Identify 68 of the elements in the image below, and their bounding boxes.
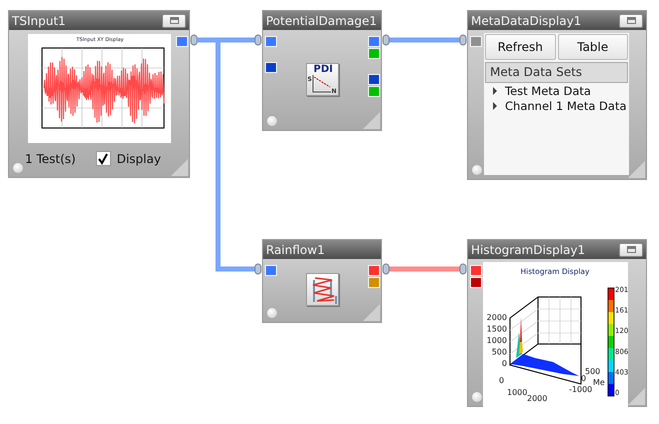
port-connector <box>254 264 262 274</box>
axis-label: Me <box>593 378 605 387</box>
node-titlebar[interactable]: HistogramDisplay1 <box>468 240 646 259</box>
port-connector <box>382 264 390 274</box>
status-light <box>472 165 482 175</box>
node-title: Rainflow1 <box>266 242 325 256</box>
window-menu-button[interactable] <box>619 242 643 256</box>
resize-grip[interactable] <box>171 159 188 176</box>
tree-item[interactable]: Channel 1 Meta Data <box>505 98 627 112</box>
node-titlebar[interactable]: MetaDataDisplay1 <box>468 11 646 30</box>
node-titlebar[interactable]: PotentialDamage1 <box>263 11 381 30</box>
window-icon <box>626 17 636 24</box>
tree-item[interactable]: Test Meta Data <box>505 84 591 98</box>
resize-grip[interactable] <box>628 388 645 405</box>
port-connector <box>460 264 466 274</box>
window-icon <box>626 246 636 253</box>
window-menu-button[interactable] <box>162 14 186 28</box>
port-square[interactable] <box>368 265 380 276</box>
node-title: MetaDataDisplay1 <box>471 14 582 28</box>
window-menu-button[interactable] <box>619 14 643 28</box>
axis-label: -1000 <box>569 385 592 394</box>
axis-label: 0 <box>499 376 504 385</box>
port-connector <box>382 34 390 46</box>
axis-label: 500 <box>492 348 507 356</box>
status-light <box>472 392 482 402</box>
resize-grip[interactable] <box>628 161 645 178</box>
node-title: HistogramDisplay1 <box>471 242 586 256</box>
node-titlebar[interactable]: TSInput1 <box>9 11 189 30</box>
node-titlebar[interactable]: Rainflow1 <box>263 240 381 259</box>
checkbox-label: Display <box>116 152 161 166</box>
port-square[interactable] <box>368 36 380 47</box>
node-title: PotentialDamage1 <box>266 14 377 28</box>
axis-label: 1000 <box>507 388 528 397</box>
window-icon <box>170 17 178 24</box>
toolbar-button[interactable]: Refresh <box>485 34 556 60</box>
status-light <box>13 163 23 173</box>
resize-grip[interactable] <box>363 112 380 129</box>
port-connector <box>190 34 198 46</box>
toolbar-button[interactable]: Table <box>558 34 628 60</box>
axis-label: 1500 <box>486 324 507 334</box>
port-square[interactable] <box>176 36 188 47</box>
status-light <box>267 308 277 318</box>
resize-grip[interactable] <box>363 304 380 321</box>
node-title: TSInput1 <box>12 14 66 28</box>
port-connector <box>254 34 262 46</box>
port-square[interactable] <box>470 265 482 276</box>
list-header: Meta Data Sets <box>485 62 628 83</box>
zigzag-icon <box>306 273 338 306</box>
port-square[interactable] <box>265 265 277 276</box>
port-square[interactable] <box>265 36 277 47</box>
port-square[interactable] <box>470 277 482 288</box>
display-checkbox[interactable]: Display <box>96 151 161 166</box>
axes-icon <box>312 75 330 93</box>
axis-label: 500 <box>585 367 600 376</box>
axis-label: 2000 <box>486 313 507 322</box>
status-light <box>267 116 277 126</box>
icon-label: PDI <box>314 64 333 75</box>
port-connector <box>460 34 466 46</box>
port-square[interactable] <box>265 62 277 73</box>
expand-arrow-icon[interactable] <box>493 102 497 110</box>
axis-label: 0 <box>581 374 586 383</box>
expand-arrow-icon[interactable] <box>493 86 497 94</box>
port-square[interactable] <box>368 74 380 85</box>
axis-label: 1000 <box>486 336 507 345</box>
axis-label: 2000 <box>527 394 548 403</box>
checkbox[interactable] <box>96 151 111 166</box>
axis-label: 0 <box>502 359 507 368</box>
test-count: 1 Test(s) <box>25 152 76 166</box>
